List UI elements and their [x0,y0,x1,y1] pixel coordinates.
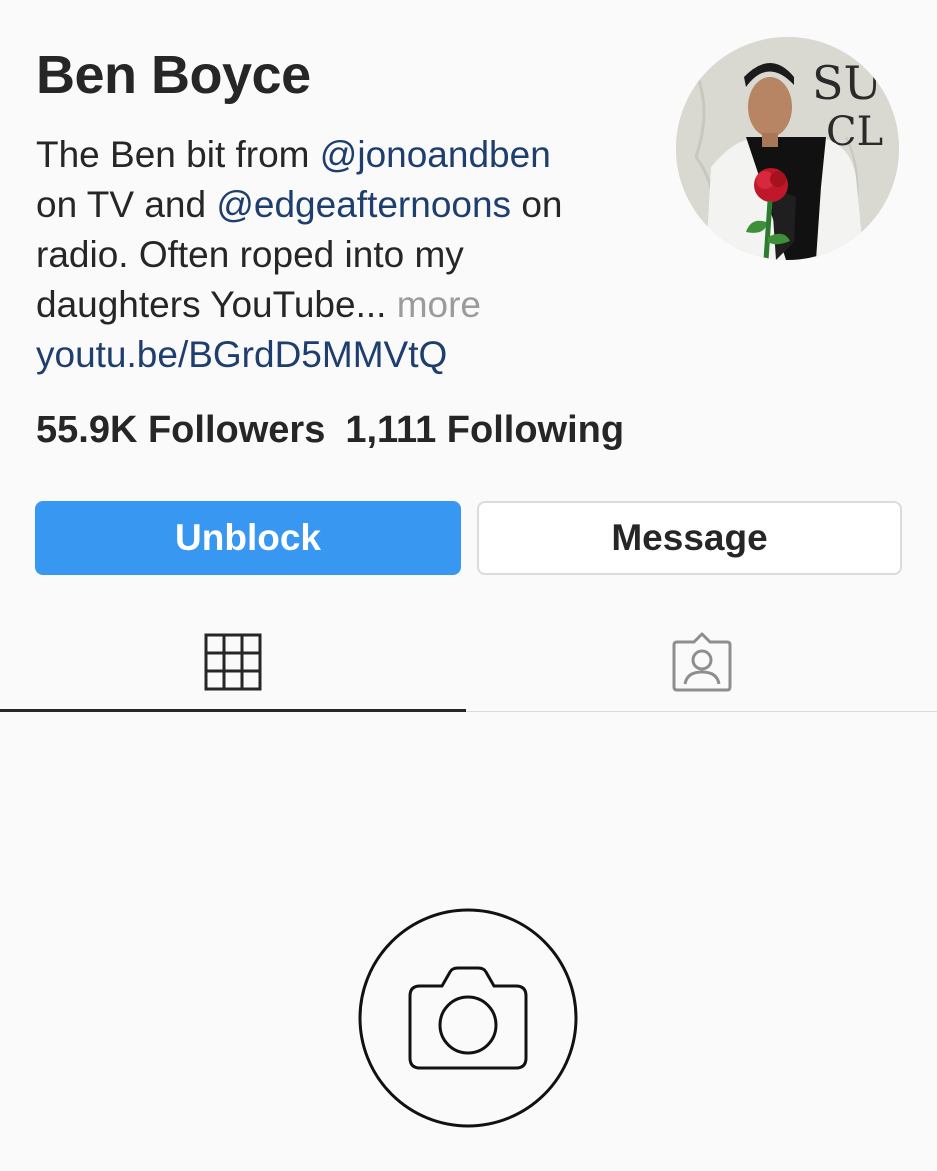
bio-website-link[interactable]: youtu.be/BGrdD5MMVtQ [36,330,656,380]
bio-line-1: The Ben bit from @jonoandben [36,130,656,180]
following-count[interactable]: 1,111 Following [345,409,624,451]
bio-more-link[interactable]: more [397,284,481,325]
grid-icon [204,633,262,690]
empty-posts-camera [358,908,578,1128]
bio-text: The Ben bit from [36,134,320,175]
active-tab-indicator [0,709,466,712]
tagged-person-icon [672,632,731,691]
bio: The Ben bit from @jonoandben on TV and @… [36,130,656,380]
tab-divider [466,711,937,712]
camera-icon [358,908,578,1128]
bio-text: daughters YouTube... [36,284,397,325]
bio-text: on [511,184,563,225]
svg-text:SU: SU [812,56,882,110]
avatar-image: SU CL [676,37,899,260]
followers-count[interactable]: 55.9K Followers [36,409,325,451]
tab-grid[interactable] [0,611,466,712]
bio-line-4: daughters YouTube... more [36,280,656,330]
profile-name: Ben Boyce [36,45,311,105]
message-button[interactable]: Message [477,501,902,575]
tab-tagged[interactable] [466,611,937,712]
bio-text: on TV and [36,184,217,225]
bio-mention-edgeafternoons[interactable]: @edgeafternoons [216,184,511,225]
unblock-button[interactable]: Unblock [35,501,461,575]
follow-counts: 55.9K Followers 1,111 Following [36,404,624,456]
bio-line-2: on TV and @edgeafternoons on [36,180,656,230]
avatar[interactable]: SU CL [676,37,899,260]
bio-mention-jonoandben[interactable]: @jonoandben [320,134,551,175]
bio-line-3: radio. Often roped into my [36,234,464,275]
